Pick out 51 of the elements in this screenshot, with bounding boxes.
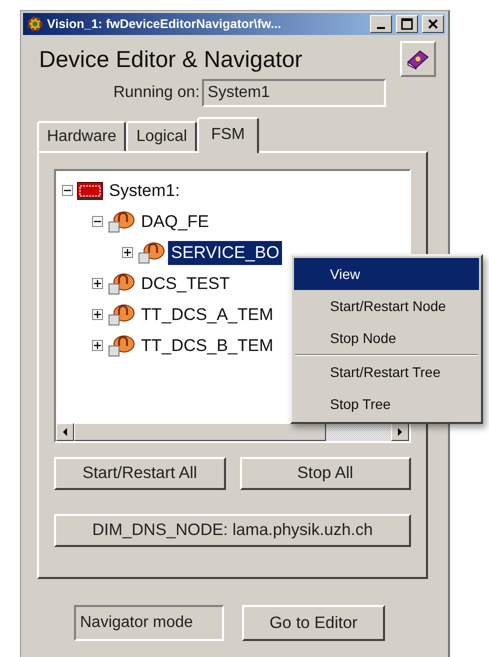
lock-icon	[137, 240, 165, 264]
expand-toggle[interactable]	[92, 340, 103, 351]
gear-icon	[27, 16, 43, 32]
collapse-toggle[interactable]	[92, 216, 103, 227]
menu-item[interactable]: Stop Tree	[294, 388, 479, 420]
scroll-left-icon[interactable]	[62, 428, 68, 436]
tree-node[interactable]: TT_DCS_A_TEM	[138, 302, 276, 326]
panel-heading: Device Editor & Navigator	[39, 46, 302, 72]
running-on-field: System1	[202, 79, 386, 107]
action-button[interactable]: Start/Restart All	[54, 457, 226, 490]
action-button[interactable]: Stop All	[240, 457, 411, 490]
menu-item[interactable]: Stop Node	[294, 322, 479, 354]
tree-node[interactable]: TT_DCS_B_TEM	[138, 334, 276, 358]
minimize-icon	[377, 27, 385, 29]
tree-node[interactable]: DCS_TEST	[138, 272, 233, 296]
mode-field: Navigator mode	[74, 605, 224, 641]
plus-icon	[93, 341, 102, 350]
tab[interactable]: Hardware	[37, 121, 126, 151]
tree-node[interactable]: SERVICE_BO	[168, 240, 282, 264]
tree-node[interactable]: System1:	[106, 178, 183, 202]
system-icon	[77, 182, 103, 200]
menu-item[interactable]: View	[294, 258, 479, 290]
collapse-toggle[interactable]	[62, 185, 73, 196]
tab[interactable]: FSM	[197, 117, 259, 153]
expand-toggle[interactable]	[92, 278, 103, 289]
lock-icon	[107, 210, 135, 234]
horizontal-scrollbar[interactable]	[56, 423, 409, 441]
close-button[interactable]	[422, 15, 444, 33]
book-icon	[406, 48, 430, 70]
help-button[interactable]	[400, 41, 436, 77]
scroll-right-icon[interactable]	[397, 428, 403, 436]
lock-icon	[107, 334, 135, 358]
tab[interactable]: Logical	[126, 121, 198, 151]
dns-node-button[interactable]: DIM_DNS_NODE: lama.physik.uzh.ch	[54, 514, 411, 547]
expand-toggle[interactable]	[92, 309, 103, 320]
minimize-button[interactable]	[370, 15, 392, 33]
plus-icon	[93, 279, 102, 288]
expand-toggle[interactable]	[122, 247, 133, 258]
window-title: Vision_1: fwDeviceEditorNavigator\fw...	[47, 17, 282, 31]
lock-icon	[107, 272, 135, 296]
lock-icon	[107, 302, 135, 326]
maximize-button[interactable]	[396, 15, 418, 33]
plus-icon	[93, 310, 102, 319]
menu-item[interactable]: Start/Restart Node	[294, 290, 479, 322]
go-to-editor-button[interactable]: Go to Editor	[242, 605, 385, 641]
running-on-label: Running on:	[113, 84, 200, 102]
tree-node[interactable]: DAQ_FE	[138, 210, 212, 234]
plus-icon	[123, 248, 132, 257]
menu-item[interactable]: Start/Restart Tree	[294, 356, 479, 388]
maximize-icon	[401, 18, 413, 30]
close-icon	[428, 19, 438, 29]
